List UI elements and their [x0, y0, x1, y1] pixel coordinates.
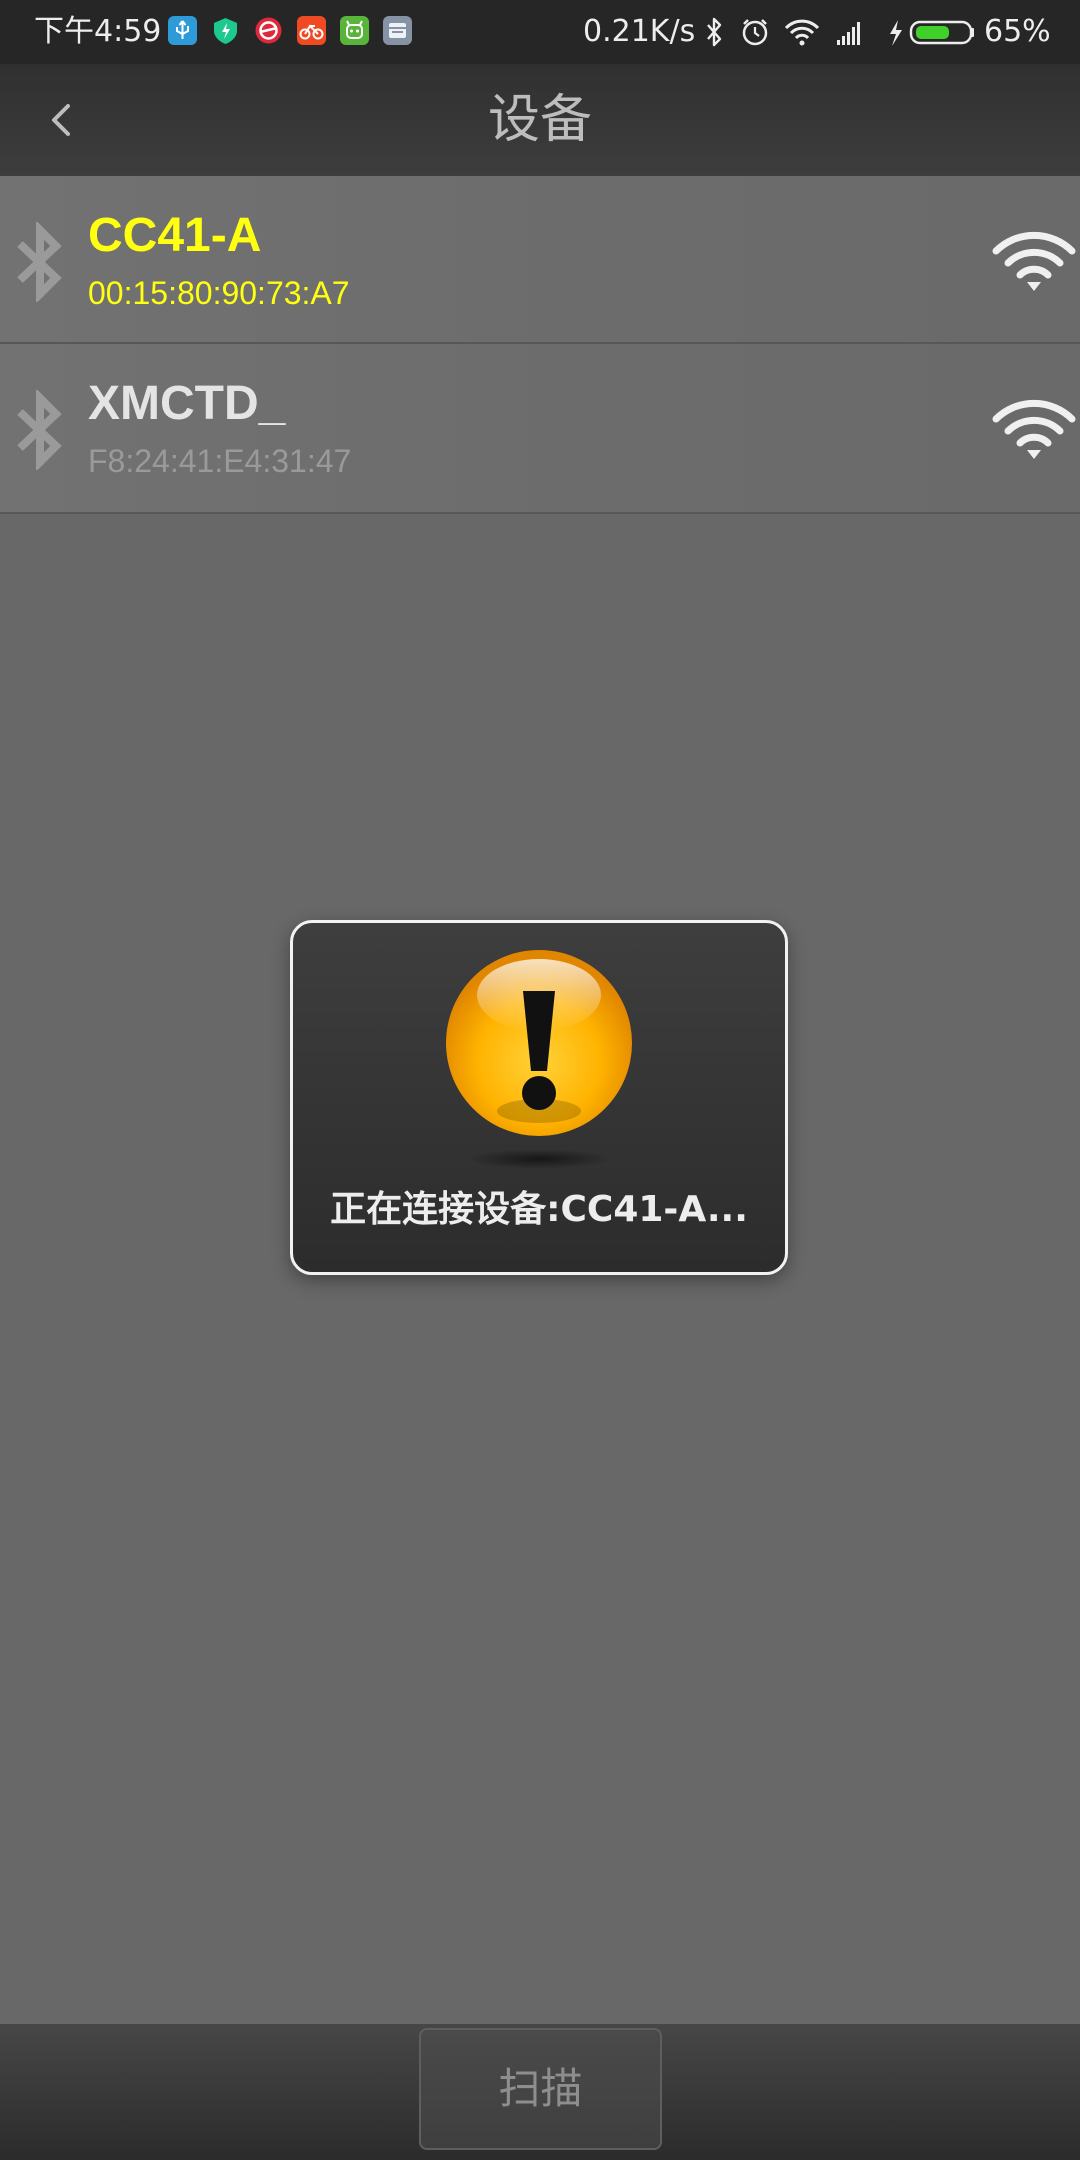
charging-icon: [890, 20, 902, 46]
shield-icon: [211, 16, 240, 45]
notification-icons: [168, 16, 412, 45]
notes-icon: [383, 16, 412, 45]
cell-signal-icon: [837, 22, 860, 45]
bluetooth-icon: [17, 390, 62, 470]
wifi-signal-icon: [992, 399, 1076, 459]
battery-percent: 65%: [984, 14, 1051, 49]
dialog-message: 正在连接设备:CC41-A...: [330, 1189, 748, 1230]
status-time: 下午4:59: [34, 14, 162, 49]
network-speed: 0.21K/s: [583, 14, 696, 49]
device-address: 00:15:80:90:73:A7: [88, 275, 350, 311]
alarm-icon: [742, 19, 768, 46]
device-name: CC41-A: [88, 209, 262, 262]
bluetooth-icon: [17, 222, 62, 302]
device-item-xmctd[interactable]: XMCTD_ F8:24:41:E4:31:47: [0, 344, 1080, 514]
page-title: 设备: [487, 90, 592, 150]
app-red-icon: [254, 16, 283, 45]
status-bar: 下午4:59 0.21K/s 65%: [0, 0, 1080, 64]
scan-button[interactable]: 扫描: [419, 2028, 662, 2150]
android-icon: [340, 16, 369, 45]
wifi-status-icon: [784, 19, 820, 46]
device-item-cc41-a[interactable]: CC41-A 00:15:80:90:73:A7: [0, 176, 1080, 344]
system-icons: [707, 17, 974, 47]
wifi-signal-icon: [992, 231, 1076, 291]
usb-icon: [168, 16, 197, 45]
warning-icon: [446, 950, 632, 1169]
device-list: CC41-A 00:15:80:90:73:A7 XMCTD_ F8:24:41…: [0, 176, 1080, 514]
bottom-bar: 扫描: [0, 2024, 1080, 2160]
connecting-dialog: 正在连接设备:CC41-A...: [290, 920, 788, 1275]
header: 设备: [0, 64, 1080, 176]
device-address: F8:24:41:E4:31:47: [88, 443, 352, 479]
bluetooth-status-icon: [707, 17, 722, 47]
device-name: XMCTD_: [88, 377, 286, 430]
battery-icon: [909, 20, 974, 45]
bike-icon: [297, 16, 326, 45]
